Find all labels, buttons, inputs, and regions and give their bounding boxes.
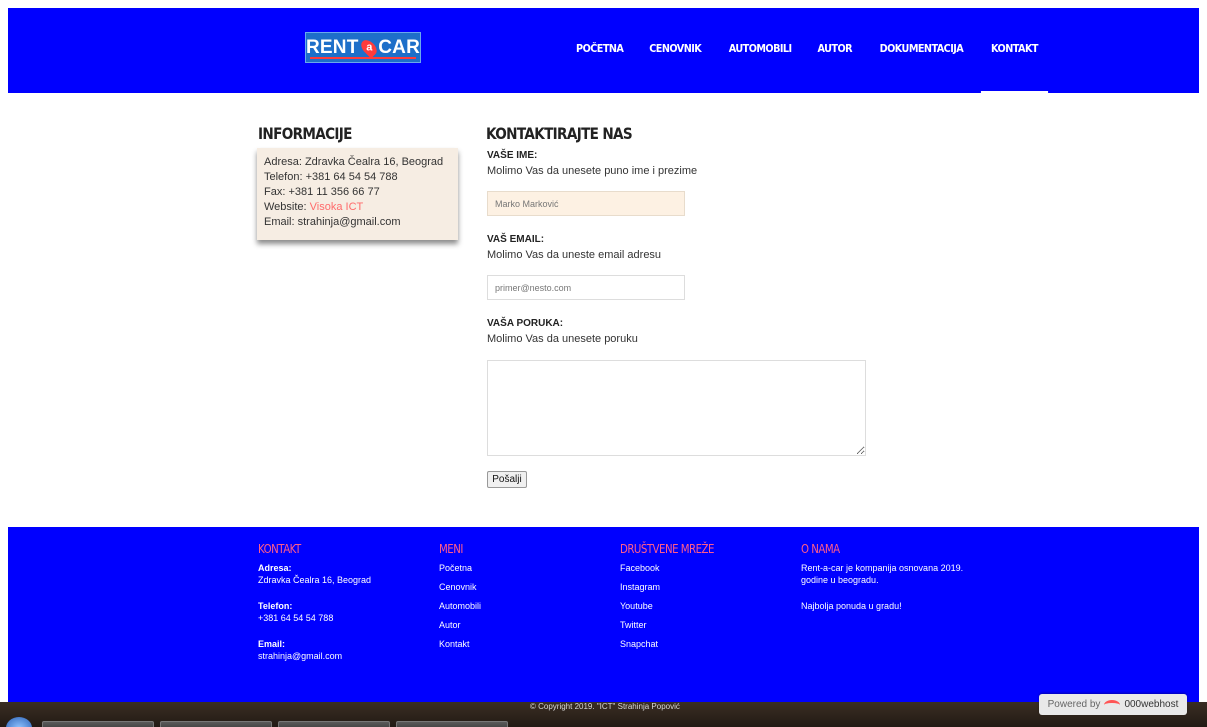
main-nav: POČETNA CENOVNIK AUTOMOBILI AUTOR DOKUME… (563, 8, 1051, 93)
message-label: VAŠA PORUKA: (487, 318, 564, 329)
nav-autor[interactable]: AUTOR (808, 8, 863, 93)
footer-social-item[interactable]: Facebook (620, 562, 780, 574)
taskbar-button[interactable] (42, 721, 154, 727)
taskbar-button[interactable] (396, 721, 508, 727)
contact-title: KONTAKTIRAJTE NAS (486, 124, 633, 143)
info-fax: Fax: +381 11 356 66 77 (264, 186, 380, 198)
footer-social: DRUŠTVENE MREŽE Facebook Instagram Youtu… (620, 543, 780, 657)
powered-by-badge[interactable]: Powered by 000webhost (1039, 694, 1187, 715)
powered-by-label: Powered by (1047, 699, 1101, 710)
taskbar-button[interactable] (278, 721, 390, 727)
footer-phone: +381 64 54 54 788 (258, 613, 334, 623)
logo-pin-letter: a (365, 41, 372, 54)
name-label: VAŠE IME: (487, 150, 538, 161)
footer-about-text: Rent-a-car je kompanija osnovana 2019. g… (801, 563, 964, 585)
powered-by-brand: 000webhost (1124, 699, 1179, 710)
info-website-label: Website: (264, 201, 310, 213)
email-label: VAŠ EMAIL: (487, 234, 545, 245)
site-header: RENT a CAR POČETNA CENOVNIK AUTOMOBILI A… (8, 8, 1199, 93)
footer-social-item[interactable]: Snapchat (620, 638, 780, 650)
footer-menu-item[interactable]: Kontakt (439, 638, 589, 650)
name-hint: Molimo Vas da unesete puno ime i prezime (487, 165, 698, 177)
footer-social-title: DRUŠTVENE MREŽE (620, 542, 714, 556)
footer-menu-item[interactable]: Početna (439, 562, 589, 574)
footer-social-item[interactable]: Instagram (620, 581, 780, 593)
message-hint: Molimo Vas da unesete poruku (487, 333, 638, 345)
footer-address: Zdravka Čealra 16, Beograd (258, 575, 372, 585)
nav-pocetna[interactable]: POČETNA (566, 8, 634, 93)
message-textarea[interactable] (487, 360, 866, 456)
footer-menu-title: MENI (439, 542, 463, 556)
footer-menu-item[interactable]: Automobili (439, 600, 589, 612)
footer-contact: KONTAKT Adresa: Zdravka Čealra 16, Beogr… (258, 543, 428, 676)
info-website: Website: Visoka ICT (264, 200, 451, 215)
footer-menu-item[interactable]: Cenovnik (439, 581, 589, 593)
info-box: Adresa: Zdravka Čealra 16, Beograd Telef… (257, 148, 458, 240)
footer-address-label: Adresa: (258, 563, 292, 573)
footer-contact-title: KONTAKT (258, 542, 301, 556)
logo-word-car: CAR (378, 36, 420, 58)
info-address: Adresa: Zdravka Čealra 16, Beograd (264, 156, 444, 168)
footer-about-slogan: Najbolja ponuda u gradu! (801, 601, 902, 611)
taskbar-button[interactable] (160, 721, 272, 727)
footer-email-label: Email: (258, 639, 286, 649)
site-footer: KONTAKT Adresa: Zdravka Čealra 16, Beogr… (8, 527, 1199, 710)
footer-social-item[interactable]: Twitter (620, 619, 780, 631)
site-logo[interactable]: RENT a CAR (305, 32, 421, 63)
nav-dokumentacija[interactable]: DOKUMENTACIJA (869, 8, 973, 93)
webhost-logo-icon (1104, 699, 1121, 710)
footer-phone-label: Telefon: (258, 601, 293, 611)
info-title: INFORMACIJE (258, 124, 352, 143)
nav-cenovnik[interactable]: CENOVNIK (640, 8, 712, 93)
footer-menu-item[interactable]: Autor (439, 619, 589, 631)
submit-button[interactable]: Pošalji (487, 471, 527, 488)
footer-about-title: O NAMA (801, 542, 840, 556)
copyright: © Copyright 2019. "ICT" Strahinja Popovi… (530, 702, 680, 711)
page: RENT a CAR POČETNA CENOVNIK AUTOMOBILI A… (8, 8, 1207, 727)
nav-automobili[interactable]: AUTOMOBILI (718, 8, 801, 93)
footer-email: strahinja@gmail.com (258, 651, 343, 661)
info-website-link[interactable]: Visoka ICT (310, 201, 364, 213)
email-hint: Molimo Vas da uneste email adresu (487, 249, 662, 261)
nav-kontakt[interactable]: KONTAKT (980, 8, 1048, 93)
name-input[interactable] (487, 191, 685, 216)
footer-menu: MENI Početna Cenovnik Automobili Autor K… (439, 543, 589, 657)
footer-social-item[interactable]: Youtube (620, 600, 780, 612)
email-input[interactable] (487, 275, 685, 300)
info-email: Email: strahinja@gmail.com (264, 216, 401, 228)
logo-word-rent: RENT (306, 36, 359, 58)
logo-underline (310, 57, 416, 59)
footer-about: O NAMA Rent-a-car je kompanija osnovana … (801, 543, 966, 626)
map-pin-icon: a (357, 36, 379, 59)
info-phone: Telefon: +381 64 54 54 788 (264, 171, 398, 183)
